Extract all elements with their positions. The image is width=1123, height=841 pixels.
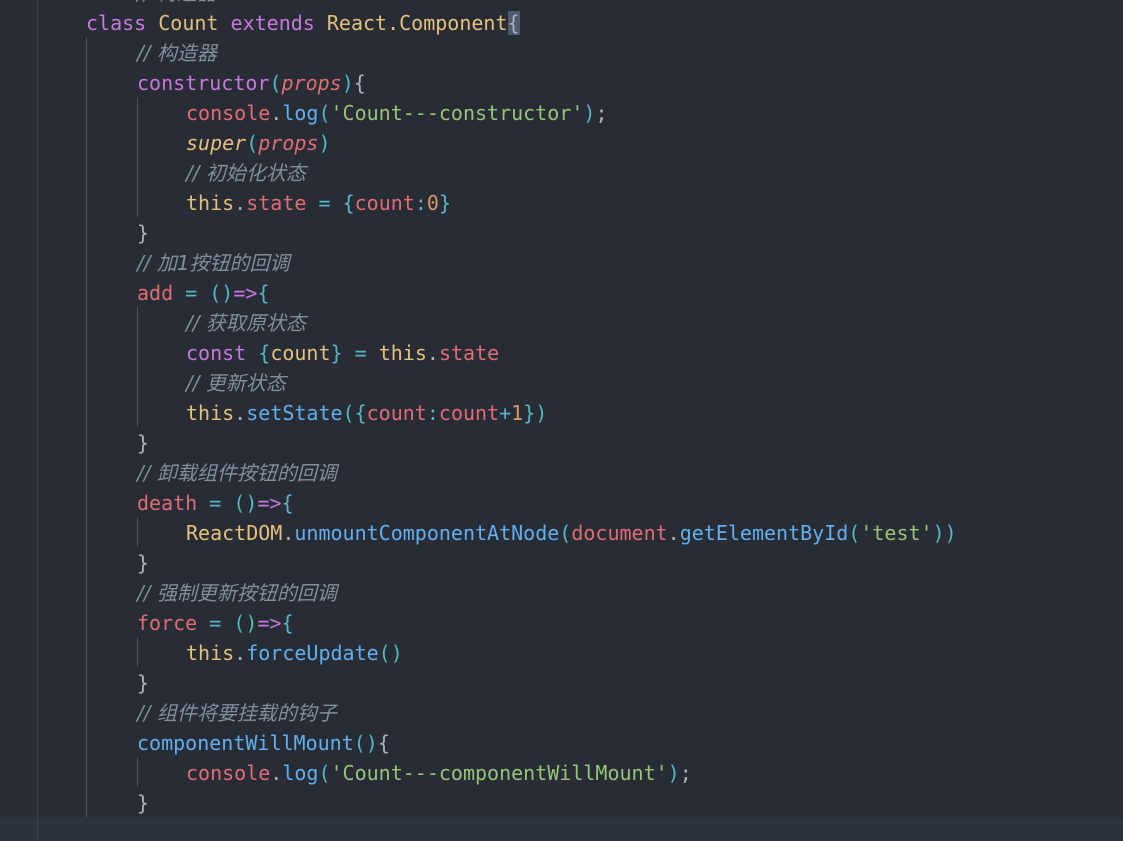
code-line[interactable]: class Count extends React.Component{: [0, 8, 1123, 38]
code-line[interactable]: constructor(props){: [0, 68, 1123, 98]
comment-token: // 更新状态: [186, 371, 286, 395]
close-brace: }: [137, 791, 150, 815]
super-keyword: super: [186, 131, 247, 155]
log-method: log: [282, 101, 319, 125]
comment-token: // 加1按钮的回调: [137, 251, 290, 275]
code-line[interactable]: death = ()=>{: [0, 488, 1123, 518]
comment-token: // 组件将要挂载的钩子: [137, 701, 337, 725]
comment-token: // 强制更新按钮的回调: [137, 581, 337, 605]
code-line[interactable]: // 更新状态: [0, 368, 1123, 398]
code-line[interactable]: const {count} = this.state: [0, 338, 1123, 368]
close-brace: }: [137, 221, 150, 245]
lifecycle-method-name: componentWillMount: [137, 731, 354, 755]
console-object: console: [186, 761, 271, 785]
code-line[interactable]: // 构造器: [0, 0, 1123, 8]
class-name: Count: [158, 11, 219, 35]
keyword-const: const: [186, 341, 247, 365]
code-line[interactable]: }: [0, 548, 1123, 578]
unmount-method: unmountComponentAtNode: [294, 521, 560, 545]
setstate-method: setState: [246, 401, 343, 425]
state-key: count: [354, 191, 415, 215]
gutter-divider-bottom: [37, 817, 38, 841]
comment-token: // 构造器: [137, 0, 217, 5]
keyword-class: class: [86, 11, 147, 35]
editor-empty-area[interactable]: [0, 817, 1123, 841]
handler-name-add: add: [137, 281, 174, 305]
close-brace: }: [137, 671, 150, 695]
string-literal: 'test': [860, 521, 933, 545]
handler-name-death: death: [137, 491, 198, 515]
code-surface[interactable]: // 构造器 class Count extends React.Compone…: [0, 0, 1123, 817]
state-value-ref: count: [438, 401, 500, 425]
code-line[interactable]: // 强制更新按钮的回调: [0, 578, 1123, 608]
comment-token: // 卸载组件按钮的回调: [137, 461, 337, 485]
forceupdate-method: forceUpdate: [246, 641, 379, 665]
console-object: console: [186, 101, 271, 125]
string-literal: 'Count---componentWillMount': [330, 761, 668, 785]
comment-token: // 初始化状态: [186, 161, 306, 185]
code-line[interactable]: ReactDOM.unmountComponentAtNode(document…: [0, 518, 1123, 548]
number-literal: 0: [426, 191, 439, 215]
this-keyword: this: [186, 401, 235, 425]
code-line[interactable]: // 卸载组件按钮的回调: [0, 458, 1123, 488]
getelementbyid-method: getElementById: [679, 521, 849, 545]
arrow-token: =>: [257, 491, 282, 515]
state-property: state: [438, 341, 500, 365]
comment-token: // 构造器: [137, 41, 217, 65]
code-line[interactable]: // 初始化状态: [0, 158, 1123, 188]
code-line[interactable]: console.log('Count---constructor');: [0, 98, 1123, 128]
bracket-match-highlight: {: [507, 11, 520, 35]
code-line[interactable]: // 获取原状态: [0, 308, 1123, 338]
code-line[interactable]: force = ()=>{: [0, 608, 1123, 638]
code-line[interactable]: super(props): [0, 128, 1123, 158]
this-keyword: this: [378, 341, 427, 365]
this-keyword: this: [186, 641, 235, 665]
keyword-extends: extends: [230, 11, 315, 35]
code-line[interactable]: }: [0, 218, 1123, 248]
comment-token: // 获取原状态: [186, 311, 306, 335]
code-line[interactable]: // 加1按钮的回调: [0, 248, 1123, 278]
code-line[interactable]: this.forceUpdate(): [0, 638, 1123, 668]
handler-name-force: force: [137, 611, 198, 635]
code-line[interactable]: }: [0, 428, 1123, 458]
close-brace: }: [137, 431, 150, 455]
code-line[interactable]: this.setState({count:count+1}): [0, 398, 1123, 428]
code-line[interactable]: add = ()=>{: [0, 278, 1123, 308]
param-props: props: [258, 131, 319, 155]
reactdom-object: ReactDOM: [186, 521, 283, 545]
param-props: props: [281, 71, 342, 95]
code-line[interactable]: }: [0, 668, 1123, 698]
code-editor[interactable]: // 构造器 class Count extends React.Compone…: [0, 0, 1123, 841]
close-brace: }: [137, 551, 150, 575]
arrow-token: =>: [233, 281, 258, 305]
arrow-token: =>: [257, 611, 282, 635]
state-key: count: [366, 401, 427, 425]
code-line[interactable]: // 组件将要挂载的钩子: [0, 698, 1123, 728]
destructured-key: count: [270, 341, 331, 365]
base-class: React.Component: [326, 11, 508, 35]
state-property: state: [246, 191, 307, 215]
code-line[interactable]: // 构造器: [0, 38, 1123, 68]
log-method: log: [282, 761, 319, 785]
number-literal: 1: [511, 401, 524, 425]
code-line[interactable]: componentWillMount(){: [0, 728, 1123, 758]
document-object: document: [571, 521, 668, 545]
constructor-keyword: constructor: [137, 71, 270, 95]
string-literal: 'Count---constructor': [330, 101, 584, 125]
code-line[interactable]: }: [0, 788, 1123, 817]
code-line[interactable]: console.log('Count---componentWillMount'…: [0, 758, 1123, 788]
this-keyword: this: [186, 191, 235, 215]
code-line[interactable]: this.state = {count:0}: [0, 188, 1123, 218]
